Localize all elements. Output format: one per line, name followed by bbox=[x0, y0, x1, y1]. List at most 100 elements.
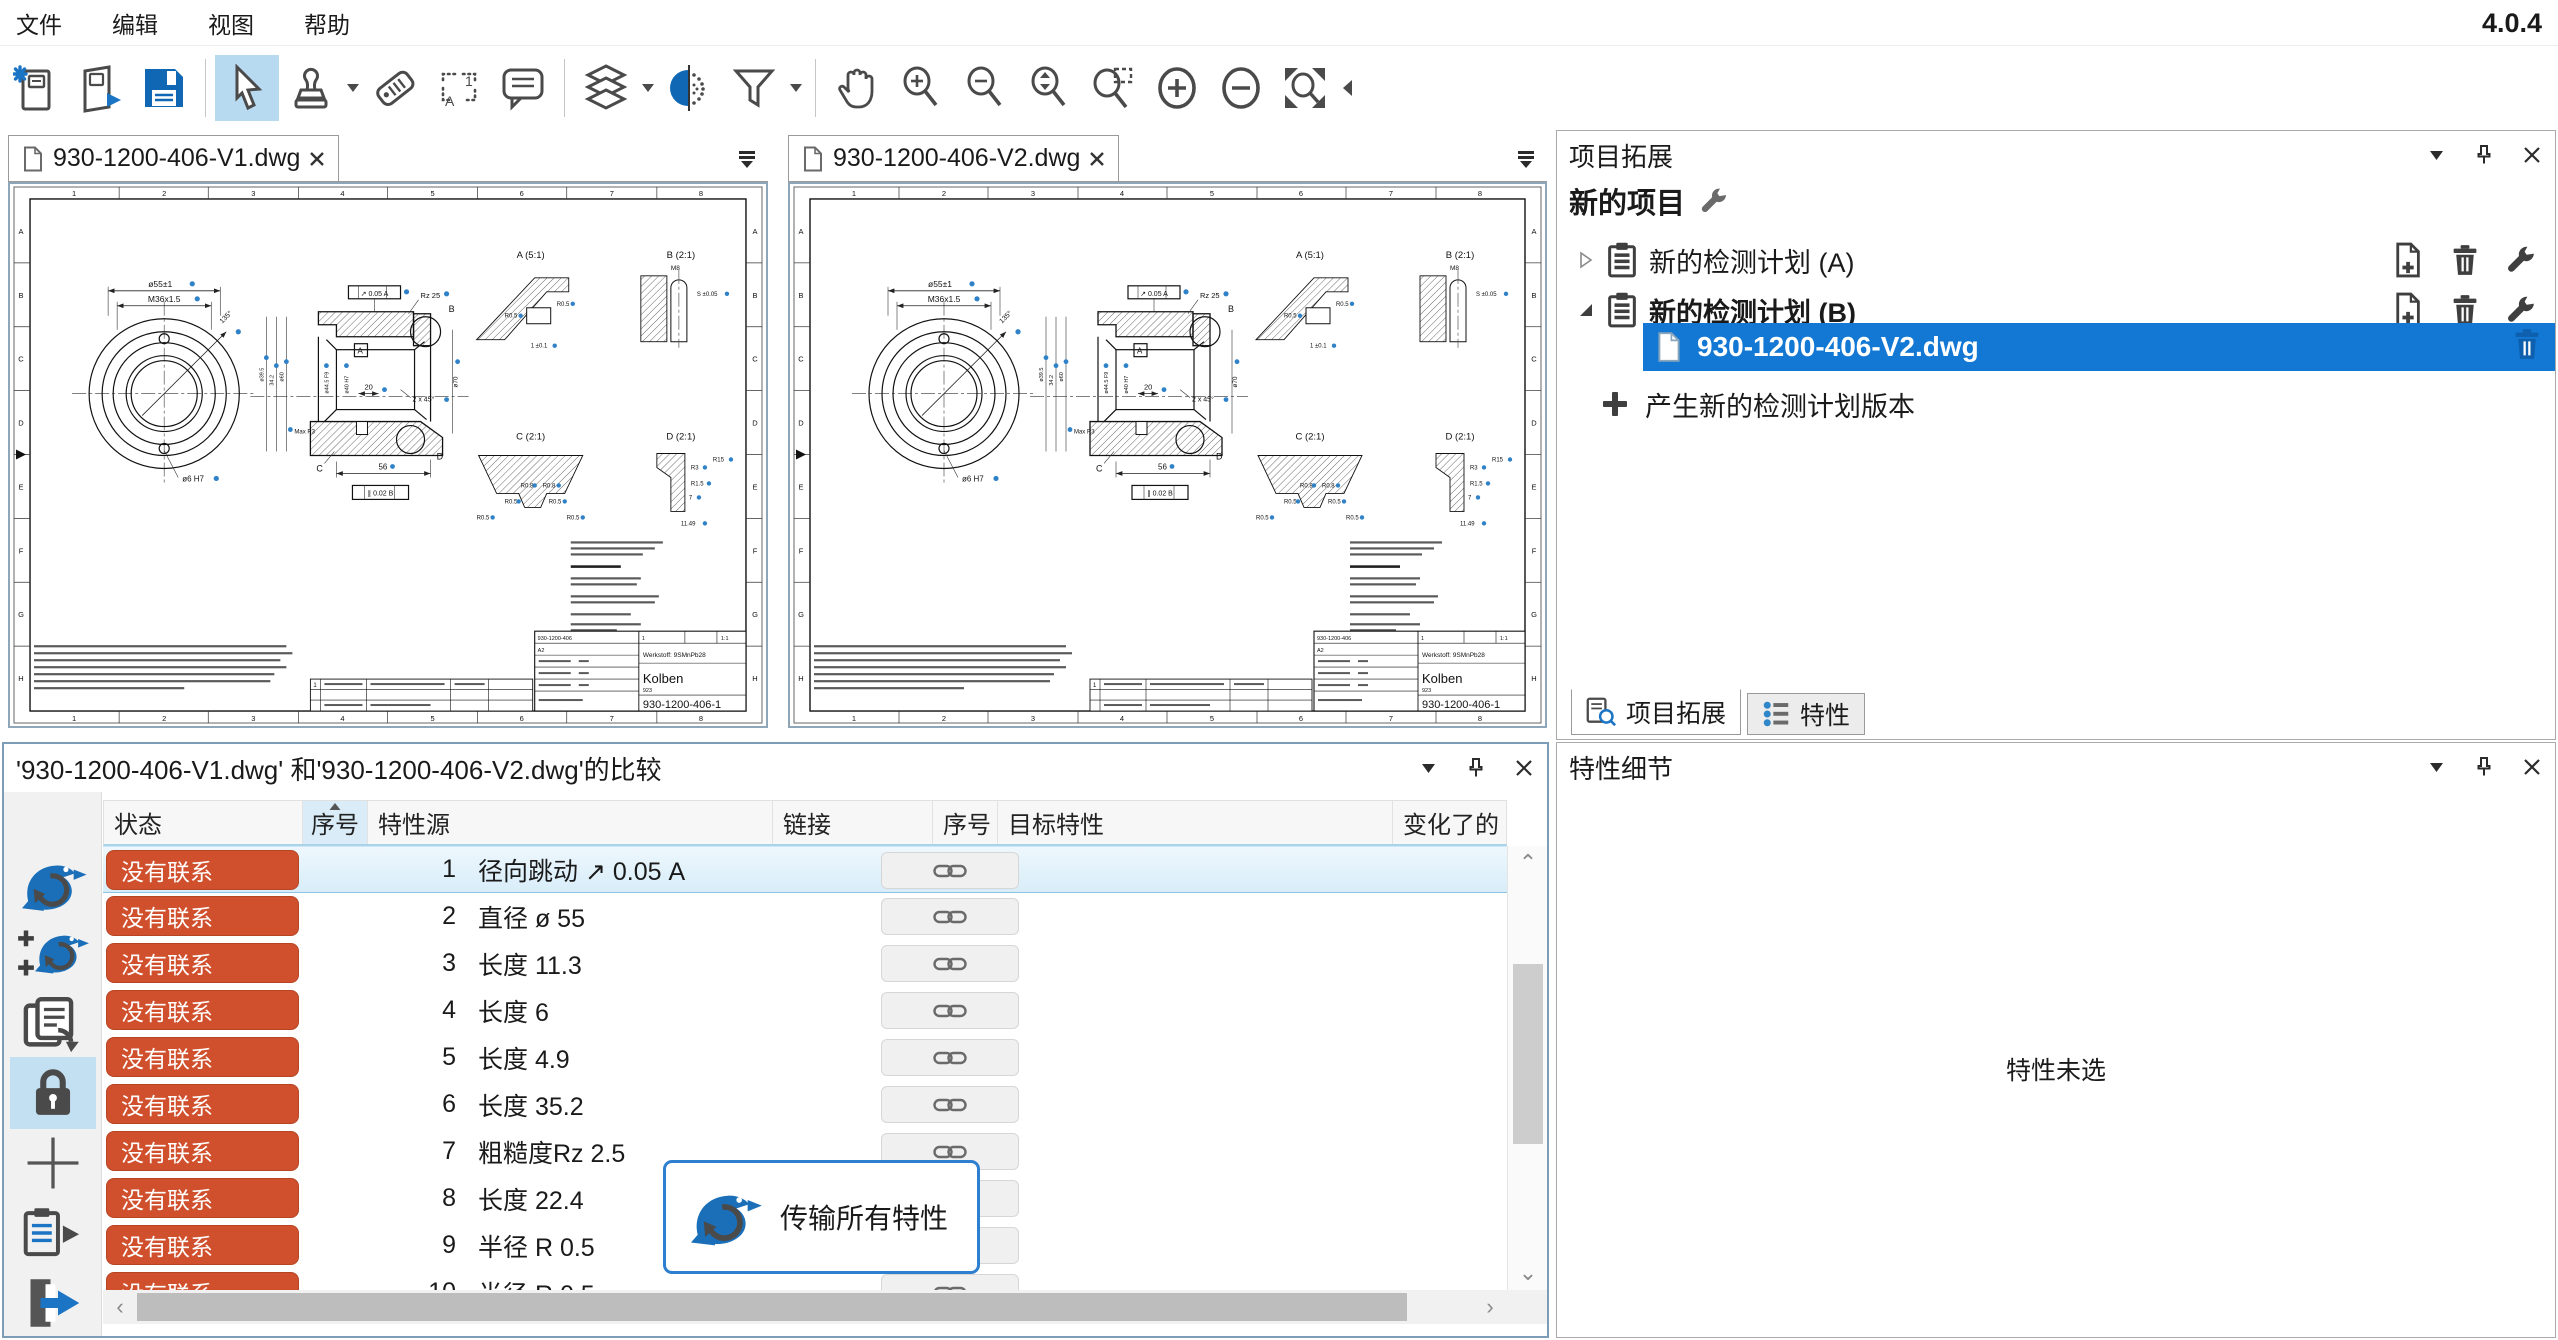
menu-edit[interactable]: 编辑 bbox=[112, 6, 158, 40]
pin-icon[interactable] bbox=[1463, 755, 1489, 781]
compare-halves-button[interactable] bbox=[658, 55, 722, 121]
expander-collapsed-icon[interactable] bbox=[1579, 251, 1593, 269]
link-button[interactable] bbox=[881, 1039, 1019, 1076]
copy-characteristics-tool[interactable] bbox=[10, 989, 96, 1061]
close-icon[interactable] bbox=[2519, 754, 2545, 780]
col-changed[interactable]: 变化了的 bbox=[1393, 801, 1506, 844]
scroll-left-arrow[interactable]: ‹ bbox=[103, 1290, 137, 1324]
run-plan-tool[interactable] bbox=[10, 1197, 96, 1269]
col-link[interactable]: 链接 bbox=[773, 801, 933, 844]
drawing-canvas-v2[interactable]: 12345678 12345678 ABCDEFGH ABCDEFGH M36x… bbox=[788, 182, 1547, 728]
stamp-dropdown-caret[interactable] bbox=[343, 55, 363, 121]
vertical-scroll-thumb[interactable] bbox=[1513, 964, 1543, 1144]
toolbar-separator bbox=[205, 59, 206, 117]
close-icon[interactable] bbox=[1090, 152, 1104, 166]
layers-dropdown-caret[interactable] bbox=[638, 55, 658, 121]
layers-button[interactable] bbox=[574, 55, 638, 121]
comparison-table-row[interactable]: 没有联系 1 径向跳动 ↗ 0.05 A bbox=[103, 846, 1507, 893]
panel-menu-icon[interactable] bbox=[2423, 754, 2449, 780]
tab-list-button[interactable] bbox=[732, 145, 762, 173]
menu-view[interactable]: 视图 bbox=[208, 6, 254, 40]
wrench-icon[interactable] bbox=[1699, 186, 1729, 216]
comparison-table-row[interactable]: 没有联系 2 直径 ø 55 bbox=[103, 893, 1507, 940]
close-icon[interactable] bbox=[310, 152, 324, 166]
panel-menu-icon[interactable] bbox=[2423, 142, 2449, 168]
scroll-right-arrow[interactable]: › bbox=[1473, 1290, 1507, 1324]
link-button[interactable] bbox=[881, 945, 1019, 982]
svg-text:D: D bbox=[752, 419, 758, 428]
tab-930-1200-406-v1[interactable]: 930-1200-406-V1.dwg bbox=[8, 135, 339, 181]
col-target-no[interactable]: 序号 bbox=[933, 801, 998, 844]
tab-project-extension[interactable]: 项目拓展 bbox=[1571, 689, 1741, 735]
stamp-button[interactable] bbox=[279, 55, 343, 121]
delete-icon[interactable] bbox=[2447, 241, 2483, 279]
add-version-button[interactable]: 产生新的检测计划版本 bbox=[1601, 381, 1915, 427]
transfer-all-tool[interactable] bbox=[10, 849, 96, 921]
transfer-all-button[interactable]: 传输所有特性 bbox=[663, 1160, 980, 1274]
svg-text:B: B bbox=[1228, 304, 1234, 314]
filter-dropdown-caret[interactable] bbox=[786, 55, 806, 121]
lock-tool[interactable] bbox=[10, 1057, 96, 1129]
close-icon[interactable] bbox=[2519, 142, 2545, 168]
zoom-fit-height-button[interactable] bbox=[1017, 55, 1081, 121]
link-button[interactable] bbox=[881, 1086, 1019, 1123]
comparison-table-row[interactable]: 没有联系 5 长度 4.9 bbox=[103, 1034, 1507, 1081]
panel-menu-icon[interactable] bbox=[1415, 755, 1441, 781]
source-characteristic: 长度 4.9 bbox=[478, 1040, 570, 1076]
decrease-button[interactable] bbox=[1209, 55, 1273, 121]
pin-icon[interactable] bbox=[2471, 754, 2497, 780]
pin-icon[interactable] bbox=[2471, 142, 2497, 168]
col-status[interactable]: 状态 bbox=[104, 801, 303, 844]
increase-button[interactable] bbox=[1145, 55, 1209, 121]
link-button[interactable] bbox=[881, 1274, 1019, 1290]
filter-button[interactable] bbox=[722, 55, 786, 121]
svg-text:↗ 0.05 A: ↗ 0.05 A bbox=[361, 291, 389, 298]
add-characteristic-tool[interactable] bbox=[10, 1127, 96, 1199]
menu-file[interactable]: 文件 bbox=[16, 6, 62, 40]
wrench-icon[interactable] bbox=[2503, 241, 2539, 279]
tag-button[interactable] bbox=[363, 55, 427, 121]
comparison-table-row[interactable]: 没有联系 6 长度 35.2 bbox=[103, 1081, 1507, 1128]
selected-file-row[interactable]: 930-1200-406-V2.dwg bbox=[1643, 323, 2555, 371]
zoom-out-button[interactable] bbox=[953, 55, 1017, 121]
zoom-region-button[interactable] bbox=[1081, 55, 1145, 121]
link-button[interactable] bbox=[881, 852, 1019, 889]
export-tool[interactable] bbox=[10, 1267, 96, 1339]
toolbar-collapse-arrow[interactable] bbox=[1337, 55, 1357, 121]
delete-icon[interactable] bbox=[2513, 327, 2541, 368]
new-file-button[interactable] bbox=[4, 55, 68, 121]
link-button[interactable] bbox=[881, 992, 1019, 1029]
scroll-down-arrow[interactable]: ⌄ bbox=[1508, 1256, 1548, 1290]
plan-row-a[interactable]: 新的检测计划 (A) bbox=[1557, 235, 2555, 285]
comparison-table-row[interactable]: 没有联系 4 长度 6 bbox=[103, 987, 1507, 1034]
add-transfer-tool[interactable] bbox=[10, 917, 96, 989]
horizontal-scroll-thumb[interactable] bbox=[137, 1293, 1407, 1321]
col-source-no[interactable]: 序号 bbox=[303, 801, 368, 844]
close-icon[interactable] bbox=[1511, 755, 1537, 781]
table-vertical-scrollbar[interactable]: ⌃ ⌄ bbox=[1507, 846, 1547, 1290]
select-region-numbered-button[interactable]: 1A bbox=[427, 55, 491, 121]
scroll-up-arrow[interactable]: ⌃ bbox=[1508, 846, 1548, 880]
open-file-button[interactable] bbox=[68, 55, 132, 121]
col-source[interactable]: 特性源 bbox=[368, 801, 773, 844]
drawing-canvas-v1[interactable]: 12345678 12345678 ABCDEFGH ABCDEFGH M36x… bbox=[8, 182, 768, 728]
tab-list-button[interactable] bbox=[1511, 145, 1541, 173]
save-button[interactable] bbox=[132, 55, 196, 121]
expander-expanded-icon[interactable] bbox=[1579, 303, 1593, 317]
comment-button[interactable] bbox=[491, 55, 555, 121]
add-file-icon[interactable] bbox=[2391, 241, 2427, 279]
table-horizontal-scrollbar[interactable]: ‹ › bbox=[103, 1290, 1547, 1324]
comparison-table-row[interactable]: 没有联系 3 长度 11.3 bbox=[103, 940, 1507, 987]
technical-drawing: 12345678 12345678 ABCDEFGH ABCDEFGH M36x… bbox=[790, 184, 1545, 726]
link-button[interactable] bbox=[881, 898, 1019, 935]
tab-characteristics[interactable]: 特性 bbox=[1747, 693, 1865, 735]
characteristic-list-icon bbox=[1762, 700, 1790, 728]
select-cursor-button[interactable] bbox=[215, 55, 279, 121]
zoom-all-button[interactable] bbox=[1273, 55, 1337, 121]
col-target[interactable]: 目标特性 bbox=[998, 801, 1393, 844]
pan-hand-button[interactable] bbox=[825, 55, 889, 121]
zoom-in-button[interactable] bbox=[889, 55, 953, 121]
menu-help[interactable]: 帮助 bbox=[304, 6, 350, 40]
svg-text:2: 2 bbox=[162, 189, 166, 198]
tab-930-1200-406-v2[interactable]: 930-1200-406-V2.dwg bbox=[788, 135, 1119, 181]
